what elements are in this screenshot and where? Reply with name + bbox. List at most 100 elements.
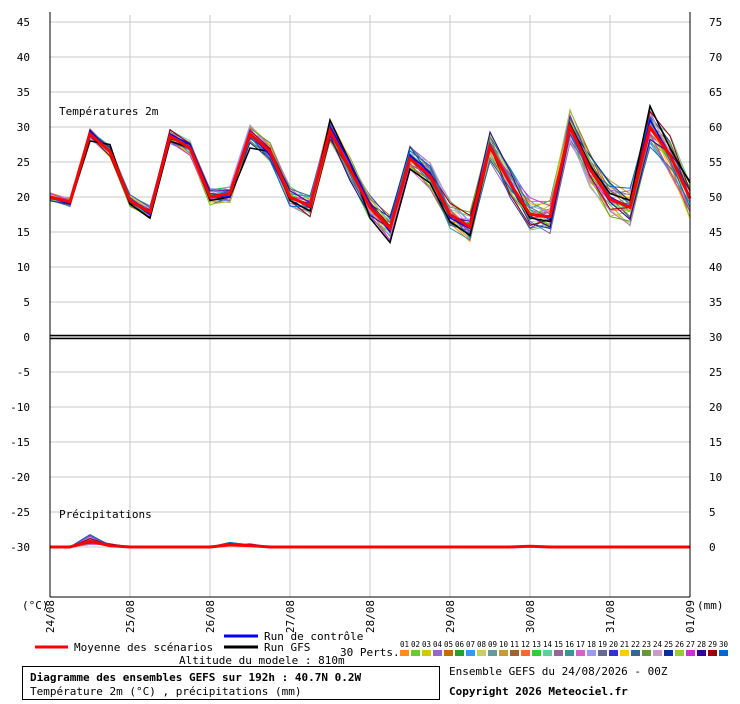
temperature-panel-label: Températures 2m bbox=[59, 105, 159, 118]
perturbation-color-swatch bbox=[488, 650, 497, 656]
y-tick-label-right: 45 bbox=[709, 226, 722, 239]
chart-title: Diagramme des ensembles GEFS sur 192h : … bbox=[30, 671, 362, 684]
perturbation-id-label: 19 bbox=[598, 640, 607, 649]
perturbation-color-swatch bbox=[631, 650, 640, 656]
x-tick-label: 25/08 bbox=[124, 600, 137, 633]
x-tick-label: 27/08 bbox=[284, 600, 297, 633]
x-tick-label: 28/08 bbox=[364, 600, 377, 633]
perturbation-color-swatch bbox=[411, 650, 420, 656]
y-axis-left-unit: (°C) bbox=[22, 599, 49, 612]
perturbation-color-swatch bbox=[697, 650, 706, 656]
perturbation-id-label: 02 bbox=[411, 640, 420, 649]
perturbation-legend: 01 02 03 04 05 06 07 08 09 10 11 12 13 14 15 16 17 18 19 20… bbox=[400, 640, 729, 656]
perturbation-id-label: 12 bbox=[521, 640, 530, 649]
y-axis-right-unit: (mm) bbox=[697, 599, 724, 612]
y-tick-label-left: 40 bbox=[17, 51, 30, 64]
x-tick-label: 30/08 bbox=[524, 600, 537, 633]
perturbation-id-label: 09 bbox=[488, 640, 497, 649]
y-tick-label-left: -20 bbox=[10, 471, 30, 484]
ensemble-info: Ensemble GEFS du 24/08/2026 - 00Z bbox=[449, 665, 668, 678]
legend-label-gfs: Run GFS bbox=[264, 641, 310, 654]
perturbation-color-swatch bbox=[444, 650, 453, 656]
y-tick-label-left: -30 bbox=[10, 541, 30, 554]
perturbation-color-swatch bbox=[455, 650, 464, 656]
perturbation-id-label: 17 bbox=[576, 640, 585, 649]
perturbation-color-swatch bbox=[576, 650, 585, 656]
y-tick-label-left: 0 bbox=[23, 331, 30, 344]
perturbation-color-swatch bbox=[521, 650, 530, 656]
y-tick-label-right: 15 bbox=[709, 436, 722, 449]
x-tick-label: 26/08 bbox=[204, 600, 217, 633]
perturbation-id-label: 01 bbox=[400, 640, 409, 649]
y-tick-label-left: -10 bbox=[10, 401, 30, 414]
y-tick-label-right: 55 bbox=[709, 156, 722, 169]
perturbation-color-swatch bbox=[598, 650, 607, 656]
x-tick-label: 29/08 bbox=[444, 600, 457, 633]
perturbation-color-swatch bbox=[587, 650, 596, 656]
y-tick-label-right: 10 bbox=[709, 471, 722, 484]
perturbation-id-label: 29 bbox=[708, 640, 717, 649]
x-tick-label: 01/09 bbox=[684, 600, 697, 633]
perturbations-label: 30 Perts. bbox=[340, 646, 400, 659]
perturbation-color-swatch bbox=[642, 650, 651, 656]
perturbation-color-swatch bbox=[653, 650, 662, 656]
perturbation-id-label: 15 bbox=[554, 640, 563, 649]
perturbation-color-swatch bbox=[499, 650, 508, 656]
title-box-content: Diagramme des ensembles GEFS sur 192h : … bbox=[30, 671, 362, 698]
y-tick-label-right: 5 bbox=[709, 506, 716, 519]
y-tick-label-right: 20 bbox=[709, 401, 722, 414]
y-tick-label-left: 45 bbox=[17, 16, 30, 29]
y-tick-label-right: 75 bbox=[709, 16, 722, 29]
perturbation-id-label: 20 bbox=[609, 640, 619, 649]
perturbation-id-label: 22 bbox=[631, 640, 640, 649]
y-tick-label-right: 50 bbox=[709, 191, 722, 204]
y-tick-label-left: -25 bbox=[10, 506, 30, 519]
gefs-ensemble-chart: 454035302520151050-5-10-15-20-25-3075706… bbox=[10, 12, 729, 698]
perturbation-id-label: 30 bbox=[719, 640, 729, 649]
y-tick-label-right: 60 bbox=[709, 121, 722, 134]
perturbation-id-label: 27 bbox=[686, 640, 695, 649]
perturbation-id-label: 23 bbox=[642, 640, 651, 649]
legend-label-mean: Moyenne des scénarios bbox=[74, 641, 213, 654]
y-tick-label-right: 30 bbox=[709, 331, 722, 344]
y-tick-label-right: 0 bbox=[709, 541, 716, 554]
perturbation-color-swatch bbox=[532, 650, 541, 656]
perturbation-id-label: 04 bbox=[433, 640, 443, 649]
y-tick-label-left: 15 bbox=[17, 226, 30, 239]
y-tick-label-left: -5 bbox=[17, 366, 30, 379]
y-tick-label-left: 10 bbox=[17, 261, 30, 274]
perturbation-id-label: 03 bbox=[422, 640, 431, 649]
title-box: Diagramme des ensembles GEFS sur 192h : … bbox=[22, 666, 440, 700]
y-tick-label-right: 25 bbox=[709, 366, 722, 379]
perturbation-id-label: 18 bbox=[587, 640, 597, 649]
perturbation-id-label: 11 bbox=[510, 640, 519, 649]
y-tick-label-right: 40 bbox=[709, 261, 722, 274]
y-tick-label-left: 30 bbox=[17, 121, 30, 134]
chart-subtitle: Température 2m (°C) , précipitations (mm… bbox=[30, 685, 302, 698]
perturbation-color-swatch bbox=[620, 650, 629, 656]
perturbation-id-label: 14 bbox=[543, 640, 553, 649]
perturbation-id-label: 13 bbox=[532, 640, 541, 649]
y-tick-label-right: 65 bbox=[709, 86, 722, 99]
perturbation-id-label: 28 bbox=[697, 640, 707, 649]
perturbation-color-swatch bbox=[609, 650, 618, 656]
perturbation-color-swatch bbox=[708, 650, 717, 656]
perturbation-id-label: 08 bbox=[477, 640, 487, 649]
perturbation-color-swatch bbox=[664, 650, 673, 656]
perturbation-id-label: 05 bbox=[444, 640, 453, 649]
y-tick-label-left: -15 bbox=[10, 436, 30, 449]
perturbation-color-swatch bbox=[554, 650, 563, 656]
y-tick-label-left: 5 bbox=[23, 296, 30, 309]
perturbation-id-label: 24 bbox=[653, 640, 663, 649]
perturbation-id-label: 07 bbox=[466, 640, 475, 649]
perturbation-id-label: 26 bbox=[675, 640, 685, 649]
perturbation-color-swatch bbox=[400, 650, 409, 656]
perturbation-id-label: 10 bbox=[499, 640, 509, 649]
perturbation-color-swatch bbox=[686, 650, 695, 656]
perturbation-id-label: 21 bbox=[620, 640, 629, 649]
perturbation-color-swatch bbox=[719, 650, 728, 656]
y-tick-label-right: 70 bbox=[709, 51, 722, 64]
y-tick-label-left: 35 bbox=[17, 86, 30, 99]
perturbation-color-swatch bbox=[422, 650, 431, 656]
perturbation-id-label: 25 bbox=[664, 640, 673, 649]
